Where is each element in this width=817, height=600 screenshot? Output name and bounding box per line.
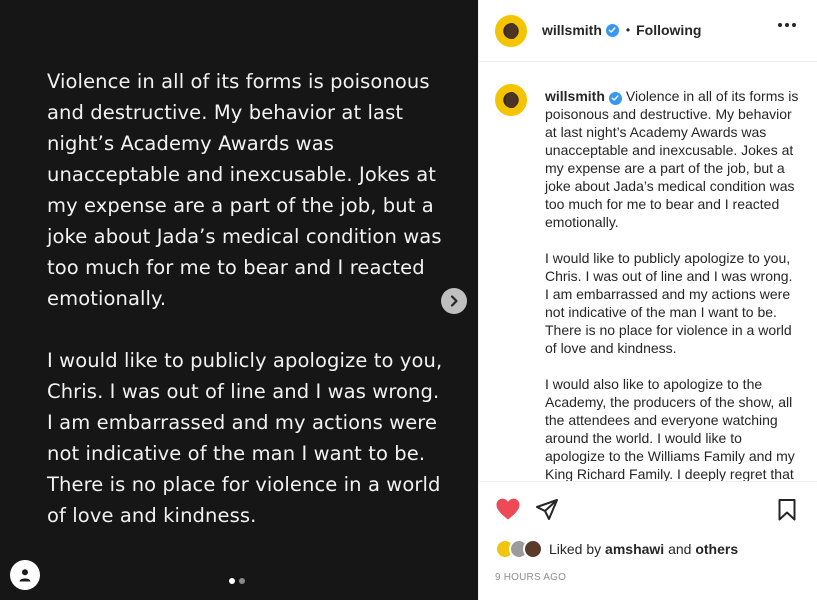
instagram-post-modal: Violence in all of its forms is poisonou… [0,0,817,600]
media-paragraph: Violence in all of its forms is poisonou… [47,70,442,310]
post-media[interactable]: Violence in all of its forms is poisonou… [0,0,478,600]
post-timestamp[interactable]: 9 HOURS AGO [495,572,566,583]
caption-paragraph: I would also like to apologize to the Ac… [545,376,795,481]
liker-username-link[interactable]: amshawi [605,541,664,557]
following-button[interactable]: Following [636,22,701,38]
avatar[interactable] [495,15,527,47]
likes-prefix: Liked by [549,541,602,557]
post-actions-section: Liked by amshawi and others 9 HOURS AGO [479,481,817,600]
caption-paragraph: I would like to publicly apologize to yo… [545,250,793,356]
share-button[interactable] [535,498,559,527]
paper-plane-icon [536,499,558,520]
post-caption: willsmith Violence in all of its forms i… [545,87,799,481]
caption-paragraph: willsmith Violence in all of its forms i… [545,87,799,231]
chevron-right-icon [450,295,458,307]
carousel-indicator [229,578,245,584]
likes-and: and [668,541,692,557]
caption-avatar[interactable] [495,84,527,116]
verified-badge-icon [605,23,619,37]
heart-icon [496,498,520,520]
media-paragraph: I would like to publicly apologize to yo… [47,349,443,527]
comments-scroll-area[interactable]: willsmith Violence in all of its forms i… [479,63,817,481]
others-link[interactable]: others [695,541,738,557]
avatar[interactable] [523,539,543,559]
post-header: willsmith • Following [479,0,817,62]
bookmark-icon [778,499,796,521]
likes-text: Liked by amshawi and others [549,541,738,557]
carousel-dot-active [229,578,235,584]
separator-dot: • [625,23,631,37]
post-side-panel: willsmith • Following willsmith Violence… [478,0,817,600]
verified-badge-icon [608,91,622,105]
caption-text: Violence in all of its forms is poisonou… [545,88,799,230]
header-username[interactable]: willsmith [542,22,602,38]
media-text-block: Violence in all of its forms is poisonou… [47,66,447,562]
more-dot [792,23,796,27]
header-user-info: willsmith • Following [542,22,701,38]
next-slide-button[interactable] [441,288,467,314]
like-button[interactable] [495,497,521,526]
more-options-button[interactable] [778,23,796,27]
liker-avatars [495,539,543,559]
save-button[interactable] [777,498,797,527]
tagged-users-button[interactable] [10,560,40,590]
more-dot [785,23,789,27]
likes-summary: Liked by amshawi and others [495,539,738,559]
more-dot [778,23,782,27]
carousel-dot [239,578,245,584]
user-tag-icon [19,569,31,582]
caption-username[interactable]: willsmith [545,88,605,104]
